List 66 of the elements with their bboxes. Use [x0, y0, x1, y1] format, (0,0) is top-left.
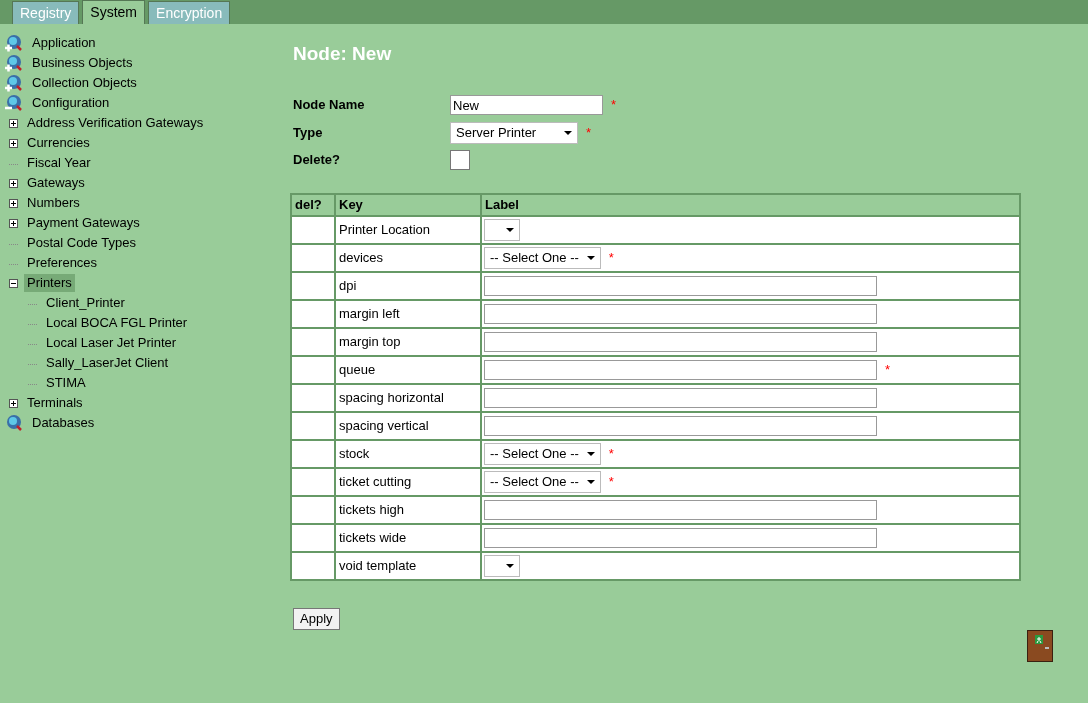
required-mark: * [608, 445, 614, 464]
value-field[interactable] [484, 304, 877, 324]
expand-icon[interactable] [9, 178, 18, 188]
tree-item[interactable]: Preferences [24, 254, 101, 272]
caret-icon [586, 480, 595, 484]
value-field[interactable] [484, 360, 877, 380]
tree-item[interactable]: Numbers [24, 194, 83, 212]
tree-item[interactable]: Collection Objects [29, 74, 140, 92]
caret-icon [506, 564, 514, 568]
expand-icon[interactable] [9, 398, 18, 408]
expand-icon[interactable] [9, 138, 18, 148]
tree-item[interactable]: Client_Printer [43, 294, 128, 312]
tree-item[interactable]: Address Verification Gateways [24, 114, 207, 132]
caret-icon [506, 228, 514, 232]
value-dropdown[interactable] [484, 555, 520, 577]
caret-icon [586, 452, 595, 456]
key-cell: void template [335, 552, 481, 580]
page-title: Node: New [293, 42, 393, 66]
tree-item[interactable]: Application [29, 34, 99, 52]
value-field[interactable] [484, 528, 877, 548]
tree-item[interactable]: Postal Code Types [24, 234, 139, 252]
column-header: Label [481, 194, 1020, 216]
required-mark: * [608, 249, 614, 268]
tree-item[interactable]: Sally_LaserJet Client [43, 354, 172, 372]
tab[interactable]: System [82, 0, 146, 24]
tree-item[interactable]: Printers [24, 274, 75, 292]
field-label: Type [293, 124, 324, 143]
required-mark: * [885, 361, 891, 380]
tree-item[interactable]: Gateways [24, 174, 88, 192]
value-field[interactable] [484, 276, 877, 296]
type-dropdown[interactable]: Server Printer [450, 122, 578, 144]
tree-item[interactable]: Databases [29, 414, 98, 432]
column-header: Key [335, 194, 481, 216]
tree-item[interactable]: Fiscal Year [24, 154, 94, 172]
value-field[interactable] [484, 332, 877, 352]
expand-icon[interactable] [9, 198, 18, 208]
tree-item[interactable]: STIMA [43, 374, 89, 392]
exit-door-icon[interactable] [1027, 630, 1053, 662]
field-label: Delete? [293, 151, 341, 170]
expand-icon[interactable] [9, 218, 18, 228]
required-mark: * [608, 473, 614, 492]
node-name-field[interactable]: New [450, 95, 603, 115]
tree-item[interactable]: Local BOCA FGL Printer [43, 314, 191, 332]
required-mark: * [586, 124, 592, 143]
tree-item[interactable]: Local Laser Jet Printer [43, 334, 180, 352]
required-mark: * [611, 96, 617, 115]
value-field[interactable] [484, 416, 877, 436]
value-dropdown[interactable]: -- Select One -- [484, 471, 601, 493]
value-dropdown[interactable]: -- Select One -- [484, 443, 601, 465]
tree-item[interactable]: Terminals [24, 394, 86, 412]
value-dropdown[interactable] [484, 219, 520, 241]
field-label: Node Name [293, 96, 366, 115]
tree-item[interactable]: Configuration [29, 94, 113, 112]
tree-item[interactable]: Currencies [24, 134, 93, 152]
apply-button[interactable]: Apply [293, 608, 340, 630]
expand-icon[interactable] [9, 118, 18, 128]
delete-checkbox[interactable] [450, 150, 470, 170]
collapse-icon[interactable] [9, 278, 18, 288]
tree-item[interactable]: Business Objects [29, 54, 136, 72]
tree-item[interactable]: Payment Gateways [24, 214, 143, 232]
caret-icon [586, 256, 595, 260]
value-field[interactable] [484, 500, 877, 520]
value-field[interactable] [484, 388, 877, 408]
column-header: del? [291, 194, 335, 216]
value-dropdown[interactable]: -- Select One -- [484, 247, 601, 269]
caret-icon [564, 131, 572, 135]
